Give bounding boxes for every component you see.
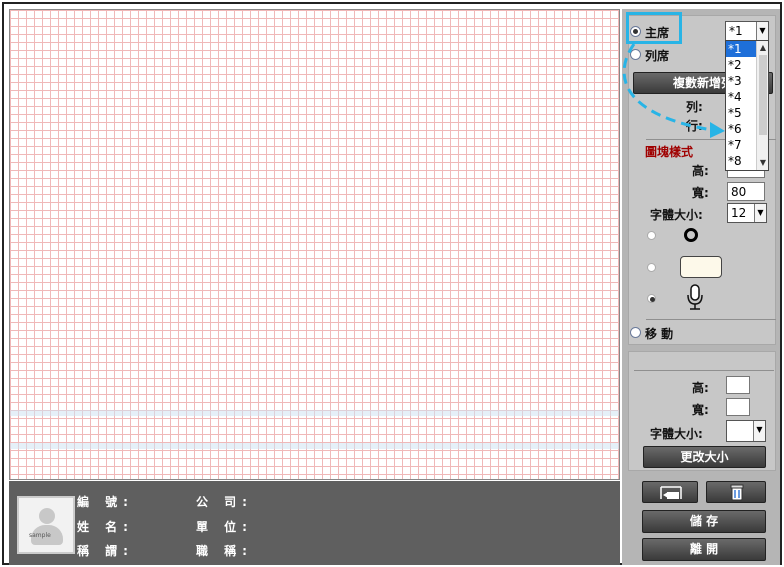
id-label: 編 號: bbox=[77, 495, 134, 509]
canvas-guide-band bbox=[10, 410, 619, 416]
scroll-thumb[interactable] bbox=[759, 55, 767, 135]
avatar-label: sample bbox=[29, 532, 51, 539]
title-label: 稱 謂: bbox=[77, 544, 134, 558]
font-size-value: 12 bbox=[731, 206, 747, 220]
resize-font-label: 字體大小: bbox=[650, 427, 703, 441]
person-info-bar: sample 編 號: 公 司: 姓 名: 單 位: 稱 謂: 職 稱: bbox=[9, 481, 620, 565]
font-size-select[interactable]: 12 ▼ bbox=[727, 203, 767, 223]
dropdown-scrollbar[interactable]: ▲ ▼ bbox=[756, 41, 768, 170]
font-size-label: 字體大小: bbox=[650, 208, 703, 222]
unit-label: 單 位: bbox=[196, 520, 253, 534]
divider bbox=[634, 370, 774, 371]
resize-height-label: 高: bbox=[692, 381, 709, 395]
shape-circle-radio[interactable] bbox=[647, 231, 656, 240]
rectangle-shape-icon bbox=[680, 256, 722, 278]
chevron-down-icon[interactable]: ▼ bbox=[753, 421, 765, 441]
delete-button[interactable] bbox=[706, 481, 766, 503]
microphone-icon bbox=[687, 284, 703, 310]
save-button[interactable]: 儲 存 bbox=[642, 510, 766, 533]
align-tool-icon bbox=[660, 486, 682, 499]
resize-button[interactable]: 更改大小 bbox=[643, 446, 766, 468]
canvas-guide-band bbox=[10, 443, 619, 449]
divider bbox=[646, 319, 776, 320]
move-mode-label: 移 動 bbox=[645, 327, 674, 341]
position-label: 職 稱: bbox=[196, 544, 253, 558]
align-tool-button[interactable] bbox=[642, 481, 698, 503]
resize-height-input[interactable] bbox=[726, 376, 750, 394]
avatar: sample bbox=[17, 496, 75, 554]
chevron-down-icon[interactable]: ▼ bbox=[756, 22, 768, 40]
avatar-head bbox=[39, 508, 55, 524]
scroll-down-icon[interactable]: ▼ bbox=[757, 157, 769, 169]
company-label: 公 司: bbox=[196, 495, 253, 509]
annotation-arrow bbox=[622, 43, 725, 138]
width-label: 寬: bbox=[692, 186, 709, 200]
circle-shape-icon bbox=[684, 228, 698, 242]
shape-mic-radio[interactable] bbox=[647, 294, 656, 303]
scroll-up-icon[interactable]: ▲ bbox=[757, 42, 769, 54]
seat-layout-canvas[interactable] bbox=[9, 9, 620, 480]
shape-rect-radio[interactable] bbox=[647, 263, 656, 272]
height-label: 高: bbox=[692, 164, 709, 178]
width-input[interactable]: 80 bbox=[727, 182, 765, 201]
seat-number-select[interactable]: *1 ▼ bbox=[725, 21, 769, 41]
trash-icon bbox=[730, 484, 744, 501]
chevron-down-icon[interactable]: ▼ bbox=[754, 204, 766, 222]
leave-button[interactable]: 離 開 bbox=[642, 538, 766, 561]
seat-number-value: *1 bbox=[729, 24, 743, 38]
resize-font-select[interactable]: ▼ bbox=[726, 420, 766, 442]
block-style-heading: 圖塊樣式 bbox=[645, 145, 694, 159]
resize-width-label: 寬: bbox=[692, 403, 709, 417]
name-label: 姓 名: bbox=[77, 520, 134, 534]
move-mode-radio[interactable] bbox=[630, 327, 641, 338]
resize-width-input[interactable] bbox=[726, 398, 750, 416]
